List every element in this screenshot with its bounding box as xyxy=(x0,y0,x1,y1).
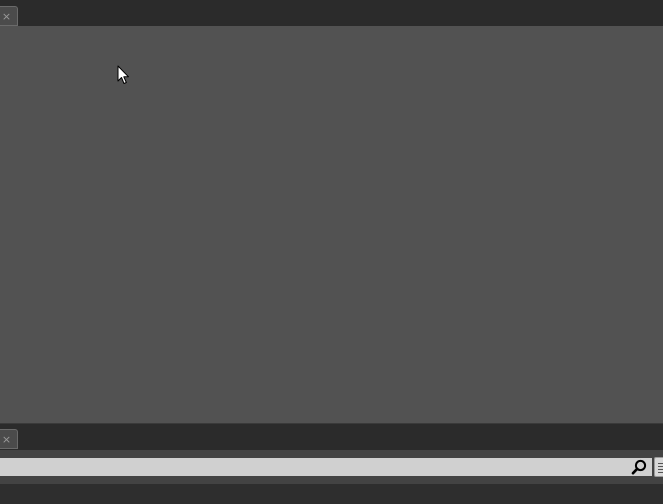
close-icon[interactable]: × xyxy=(2,11,11,22)
bottom-panel-tab[interactable]: × xyxy=(0,429,18,449)
mouse-cursor-icon xyxy=(117,65,129,84)
search-icon[interactable] xyxy=(630,459,648,475)
bottom-tab-bar: × xyxy=(0,423,663,450)
top-tab-bar: × xyxy=(0,0,663,26)
search-row xyxy=(0,450,663,484)
status-bar xyxy=(0,484,663,504)
list-view-button[interactable] xyxy=(654,457,663,477)
top-panel-tab[interactable]: × xyxy=(0,6,18,26)
close-icon[interactable]: × xyxy=(2,434,11,445)
search-input[interactable] xyxy=(0,458,652,476)
main-panel[interactable] xyxy=(0,26,663,423)
